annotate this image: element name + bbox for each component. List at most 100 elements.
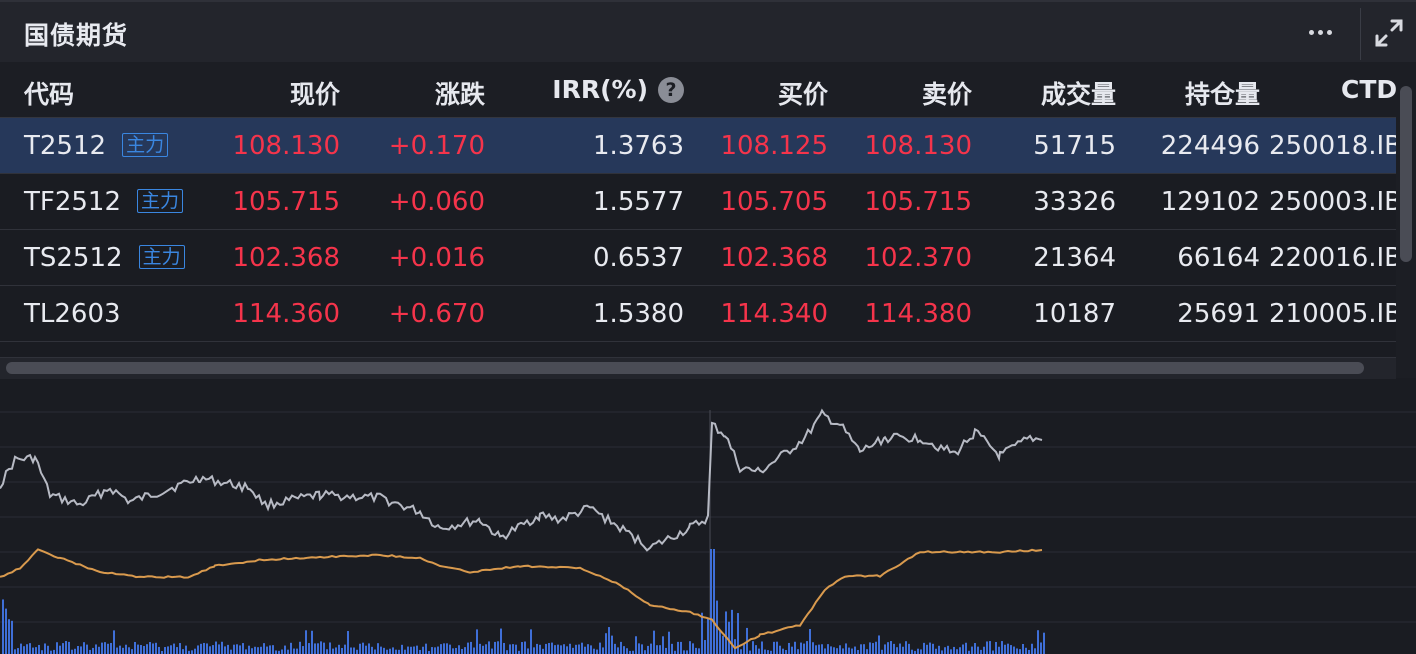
ask-cell: 102.370 xyxy=(864,243,972,273)
volume-bar xyxy=(452,648,454,654)
volume-bar xyxy=(908,643,910,654)
vertical-scrollbar[interactable] xyxy=(1396,62,1416,378)
volume-bar xyxy=(101,642,103,654)
volume-bar xyxy=(302,646,304,654)
table-row[interactable]: TL2603 114.360 +0.670 1.5380 114.340 114… xyxy=(0,286,1396,342)
volume-bar xyxy=(359,643,361,654)
main-contract-badge: 主力 xyxy=(137,189,184,213)
volume-bar xyxy=(119,645,121,654)
volume-bar xyxy=(32,647,34,654)
volume-bar xyxy=(110,642,112,654)
volume-bar xyxy=(488,641,490,654)
volume-bar xyxy=(137,644,139,654)
volume-bar xyxy=(581,642,583,654)
volume-bar xyxy=(995,641,997,654)
volume-bar xyxy=(206,643,208,654)
table-row[interactable]: TF2512 主力 105.715 +0.060 1.5577 105.705 1… xyxy=(0,174,1396,230)
open-interest-cell: 66164 xyxy=(1177,243,1260,273)
column-header-ctd[interactable]: CTD xyxy=(1341,75,1396,104)
volume-bar xyxy=(155,642,157,654)
volume-bar xyxy=(695,647,697,654)
volume-bar xyxy=(311,630,313,654)
bid-cell: 114.340 xyxy=(720,299,828,329)
volume-bar xyxy=(881,649,883,654)
column-header-code[interactable]: 代码 xyxy=(24,75,74,111)
volume-bar xyxy=(539,644,541,654)
volume-bar xyxy=(122,647,124,654)
column-header-bid[interactable]: 买价 xyxy=(778,75,828,111)
more-dots-icon[interactable] xyxy=(1296,10,1344,54)
volume-bar xyxy=(572,647,574,654)
volume-bar xyxy=(455,647,457,654)
volume-bar xyxy=(257,647,259,654)
volume-bar xyxy=(788,642,790,654)
volume-bar xyxy=(371,646,373,654)
volume-bar xyxy=(104,642,106,654)
panel-header: 国债期货 xyxy=(0,0,1416,62)
table-row[interactable]: TS2512 主力 102.368 +0.016 0.6537 102.368 1… xyxy=(0,230,1396,286)
volume-bar xyxy=(212,645,214,654)
contract-code: TS2512 xyxy=(24,243,123,273)
price-line xyxy=(0,408,1043,552)
volume-bar xyxy=(584,646,586,654)
volume-bar xyxy=(794,641,796,654)
volume-bar xyxy=(812,642,814,654)
volume-bar xyxy=(503,642,505,654)
table-row[interactable]: T2512 主力 108.130 +0.170 1.3763 108.125 10… xyxy=(0,118,1396,174)
column-header-price[interactable]: 现价 xyxy=(290,75,340,111)
column-header-change[interactable]: 涨跌 xyxy=(435,75,485,111)
volume-bar xyxy=(74,648,76,654)
volume-bar xyxy=(95,644,97,654)
column-header-irr[interactable]: IRR(%)? xyxy=(552,75,684,104)
volume-bar xyxy=(38,644,40,654)
irr-cell: 1.5577 xyxy=(593,187,684,217)
volume-bar xyxy=(686,650,688,654)
volume-bar xyxy=(956,649,958,654)
volume-bar xyxy=(347,631,349,654)
volume-bar xyxy=(8,619,10,654)
volume-bar xyxy=(71,649,73,654)
expand-icon[interactable] xyxy=(1368,12,1410,54)
open-interest-cell: 25691 xyxy=(1177,299,1260,329)
volume-bar xyxy=(527,648,529,654)
volume-bar xyxy=(140,644,142,654)
volume-bar xyxy=(317,643,319,654)
volume-bar xyxy=(251,648,253,654)
volume-bar xyxy=(152,643,154,654)
volume-bar xyxy=(677,641,679,654)
volume-bar xyxy=(671,643,673,654)
volume-bar xyxy=(362,642,364,654)
volume-bar xyxy=(473,647,475,654)
volume-bar xyxy=(59,645,61,654)
volume-bar xyxy=(815,645,817,654)
horizontal-scrollbar[interactable] xyxy=(0,357,1396,379)
volume-bar xyxy=(470,641,472,654)
volume-bar xyxy=(596,649,598,654)
volume-bar xyxy=(668,631,670,654)
futures-table: 代码 现价 涨跌 IRR(%)? 买价 卖价 成交量 持仓量 CTD T2512… xyxy=(0,62,1396,352)
volume-bar xyxy=(416,645,418,654)
volume-bar xyxy=(314,643,316,654)
help-icon[interactable]: ? xyxy=(658,77,684,103)
column-header-ask[interactable]: 卖价 xyxy=(922,75,972,111)
volume-bar xyxy=(407,646,409,654)
volume-bar xyxy=(647,645,649,654)
volume-bar xyxy=(419,649,421,654)
volume-cell: 21364 xyxy=(1033,243,1116,273)
volume-bar xyxy=(773,641,775,654)
volume-bar xyxy=(377,643,379,654)
irr-cell: 1.3763 xyxy=(593,131,684,161)
column-header-open-interest[interactable]: 持仓量 xyxy=(1185,75,1260,111)
column-header-volume[interactable]: 成交量 xyxy=(1041,75,1116,111)
volume-bar xyxy=(323,642,325,654)
change-cell: +0.670 xyxy=(388,299,485,329)
volume-bar xyxy=(962,644,964,654)
vertical-scroll-thumb[interactable] xyxy=(1400,86,1412,262)
intraday-chart[interactable] xyxy=(0,380,1416,654)
volume-bar xyxy=(803,643,805,654)
volume-bar xyxy=(851,648,853,654)
volume-bar xyxy=(476,629,478,654)
horizontal-scroll-thumb[interactable] xyxy=(6,362,1364,374)
volume-bar xyxy=(797,649,799,654)
volume-bar xyxy=(893,643,895,654)
